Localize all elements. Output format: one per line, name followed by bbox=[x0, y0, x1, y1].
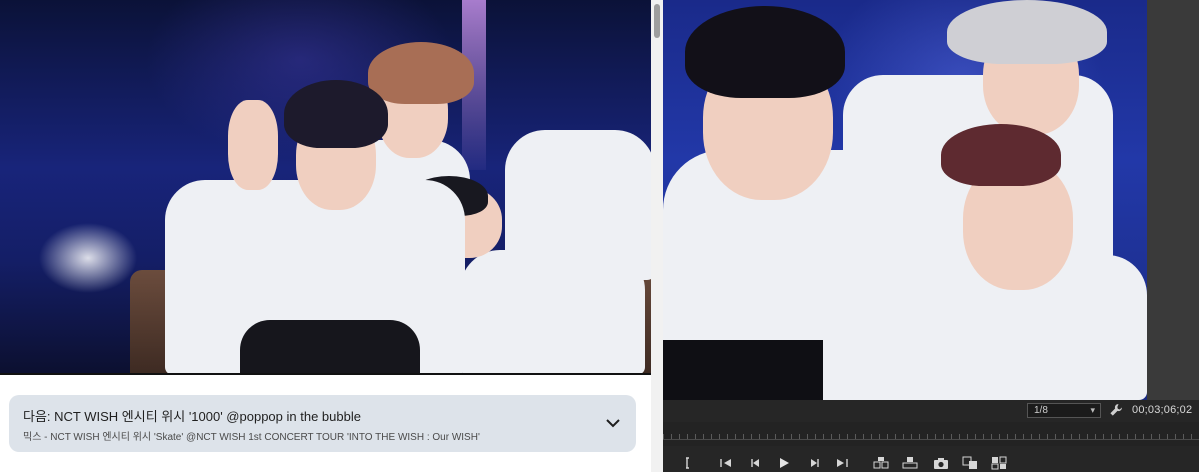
scrollbar-thumb[interactable] bbox=[654, 4, 660, 38]
go-to-in-icon[interactable] bbox=[719, 456, 733, 470]
zoom-select[interactable]: 1/8 ▾ bbox=[1027, 403, 1101, 418]
program-monitor-frame[interactable] bbox=[663, 0, 1147, 400]
ruler-line bbox=[663, 439, 1199, 440]
overwrite-icon[interactable] bbox=[902, 456, 918, 470]
chevron-down-icon: ▾ bbox=[1090, 405, 1095, 415]
compare-icon[interactable] bbox=[962, 456, 978, 470]
step-back-icon[interactable] bbox=[749, 456, 763, 470]
up-next-card[interactable]: 다음: NCT WISH 엔시티 위시 '1000' @poppop in th… bbox=[9, 395, 636, 452]
chevron-down-icon[interactable] bbox=[604, 414, 622, 432]
up-next-title[interactable]: 다음: NCT WISH 엔시티 위시 '1000' @poppop in th… bbox=[23, 406, 361, 425]
youtube-page: 다음: NCT WISH 엔시티 위시 '1000' @poppop in th… bbox=[0, 0, 651, 472]
playhead-timecode[interactable]: 00;03;06;02 bbox=[1132, 404, 1192, 416]
performer-left-pants bbox=[663, 340, 823, 400]
transport-controls bbox=[663, 452, 1199, 472]
up-next-subtitle[interactable]: 믹스 - NCT WISH 엔시티 위시 'Skate' @NCT WISH 1… bbox=[23, 428, 480, 443]
performer-left-hair bbox=[685, 6, 845, 98]
performer-back-hair bbox=[947, 0, 1107, 64]
wrench-icon[interactable] bbox=[1109, 403, 1123, 417]
performer-main-hand bbox=[228, 100, 278, 190]
play-icon[interactable] bbox=[777, 456, 791, 470]
performer-back-hair bbox=[368, 42, 474, 104]
editor-program-monitor: 1/8 ▾ 00;03;06;02 bbox=[663, 0, 1199, 472]
performer-lying-shirt bbox=[460, 250, 645, 373]
performer-main-hair bbox=[284, 80, 388, 148]
performer-main-pants bbox=[240, 320, 420, 373]
program-monitor-toolbar: 1/8 ▾ 00;03;06;02 bbox=[663, 400, 1199, 422]
insert-icon[interactable] bbox=[873, 456, 889, 470]
video-player[interactable] bbox=[0, 0, 651, 375]
zoom-value: 1/8 bbox=[1034, 405, 1048, 416]
timeline-ruler[interactable] bbox=[663, 422, 1199, 446]
editor-side-panel bbox=[1147, 0, 1199, 400]
export-frame-icon[interactable] bbox=[933, 456, 949, 470]
multi-camera-icon[interactable] bbox=[991, 456, 1007, 470]
performer-lying-hair bbox=[941, 124, 1061, 186]
step-forward-icon[interactable] bbox=[807, 456, 821, 470]
go-to-out-icon[interactable] bbox=[835, 456, 849, 470]
mark-in-icon[interactable] bbox=[683, 456, 693, 470]
page-scrollbar[interactable] bbox=[651, 0, 663, 472]
